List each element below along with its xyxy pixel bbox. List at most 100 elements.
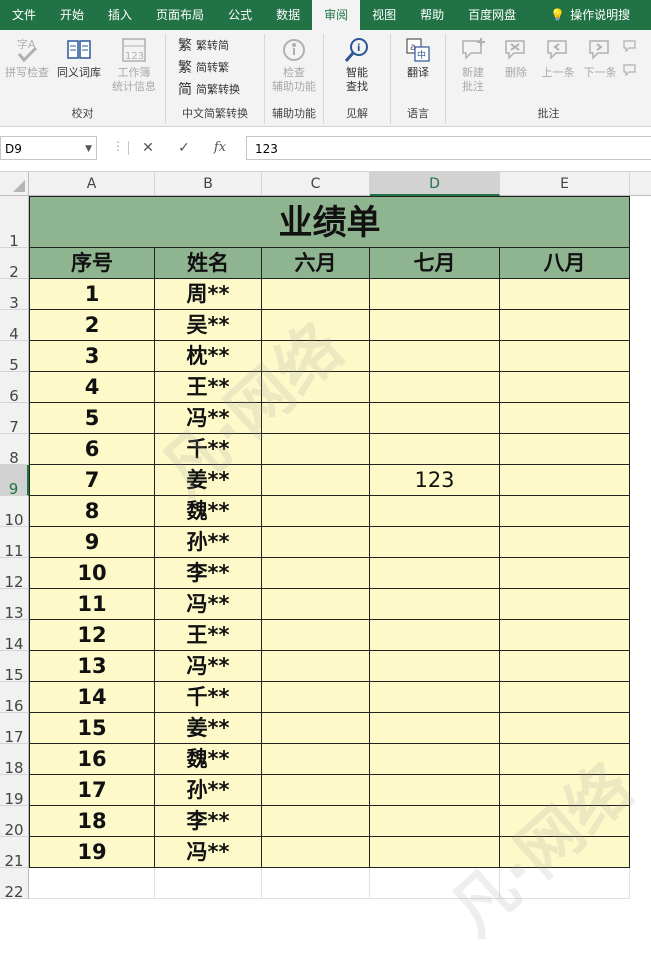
table-cell[interactable]: [500, 651, 630, 682]
new-comment-button[interactable]: 新建 批注: [450, 36, 496, 94]
table-cell[interactable]: 15: [29, 713, 155, 744]
table-cell[interactable]: 4: [29, 372, 155, 403]
table-cell[interactable]: [500, 279, 630, 310]
table-cell[interactable]: 10: [29, 558, 155, 589]
tab-4[interactable]: 公式: [216, 0, 264, 30]
table-cell[interactable]: [500, 775, 630, 806]
cancel-icon[interactable]: ✕: [133, 136, 163, 160]
thesaurus-button[interactable]: 同义词库: [52, 36, 106, 80]
row-header-13[interactable]: 13: [0, 589, 29, 622]
tab-5[interactable]: 数据: [264, 0, 312, 30]
empty-cell[interactable]: [500, 868, 630, 899]
empty-cell[interactable]: [155, 868, 262, 899]
empty-cell[interactable]: [370, 868, 500, 899]
tab-7[interactable]: 视图: [360, 0, 408, 30]
table-cell[interactable]: 11: [29, 589, 155, 620]
table-cell[interactable]: [370, 620, 500, 651]
row-header-3[interactable]: 3: [0, 279, 29, 312]
table-cell[interactable]: 冯**: [155, 589, 262, 620]
table-cell[interactable]: 17: [29, 775, 155, 806]
previous-comment-button[interactable]: 上一条: [536, 36, 580, 80]
table-cell[interactable]: [370, 434, 500, 465]
table-cell[interactable]: [262, 527, 370, 558]
table-cell[interactable]: [500, 806, 630, 837]
table-cell[interactable]: [500, 341, 630, 372]
table-cell[interactable]: [262, 837, 370, 868]
tab-2[interactable]: 插入: [96, 0, 144, 30]
table-cell[interactable]: 魏**: [155, 496, 262, 527]
header-cell[interactable]: 八月: [500, 248, 630, 279]
table-cell[interactable]: 李**: [155, 558, 262, 589]
table-cell[interactable]: [500, 744, 630, 775]
spelling-button[interactable]: 字A 拼写检查: [2, 36, 52, 80]
row-header-11[interactable]: 11: [0, 527, 29, 560]
table-cell[interactable]: 魏**: [155, 744, 262, 775]
table-cell[interactable]: [262, 589, 370, 620]
table-cell[interactable]: 1: [29, 279, 155, 310]
table-cell[interactable]: [262, 558, 370, 589]
header-cell[interactable]: 序号: [29, 248, 155, 279]
table-cell[interactable]: 18: [29, 806, 155, 837]
table-cell[interactable]: [262, 403, 370, 434]
table-cell[interactable]: [262, 651, 370, 682]
name-box[interactable]: D9 ▼: [0, 136, 97, 160]
table-cell[interactable]: 6: [29, 434, 155, 465]
table-cell[interactable]: 19: [29, 837, 155, 868]
header-cell[interactable]: 姓名: [155, 248, 262, 279]
table-cell[interactable]: [370, 341, 500, 372]
insert-function-icon[interactable]: fx: [205, 136, 235, 160]
table-cell[interactable]: [370, 775, 500, 806]
table-cell[interactable]: [370, 527, 500, 558]
table-cell[interactable]: [262, 341, 370, 372]
tab-9[interactable]: 百度网盘: [456, 0, 528, 30]
table-cell[interactable]: [370, 403, 500, 434]
row-header-8[interactable]: 8: [0, 434, 29, 467]
smart-lookup-button[interactable]: i 智能 查找: [330, 36, 384, 94]
table-cell[interactable]: 吴**: [155, 310, 262, 341]
table-cell[interactable]: [262, 465, 370, 496]
table-cell[interactable]: [500, 682, 630, 713]
column-header-c[interactable]: C: [262, 172, 370, 196]
table-cell[interactable]: [370, 558, 500, 589]
table-cell[interactable]: [262, 806, 370, 837]
table-cell[interactable]: [370, 744, 500, 775]
table-cell[interactable]: [370, 837, 500, 868]
row-header-9[interactable]: 9: [0, 465, 29, 498]
empty-cell[interactable]: [29, 868, 155, 899]
table-cell[interactable]: 5: [29, 403, 155, 434]
row-header-14[interactable]: 14: [0, 620, 29, 653]
next-comment-button[interactable]: 下一条: [578, 36, 622, 80]
table-cell[interactable]: 姜**: [155, 465, 262, 496]
table-cell[interactable]: [262, 496, 370, 527]
table-cell[interactable]: [500, 620, 630, 651]
table-cell[interactable]: [262, 279, 370, 310]
table-cell[interactable]: [262, 372, 370, 403]
table-cell[interactable]: [370, 496, 500, 527]
column-header-d[interactable]: D: [370, 172, 500, 196]
table-cell[interactable]: 8: [29, 496, 155, 527]
row-header-20[interactable]: 20: [0, 806, 29, 839]
tab-8[interactable]: 帮助: [408, 0, 456, 30]
table-cell[interactable]: [500, 496, 630, 527]
table-cell[interactable]: [370, 682, 500, 713]
table-cell[interactable]: [370, 310, 500, 341]
table-cell[interactable]: 123: [370, 465, 500, 496]
row-header-18[interactable]: 18: [0, 744, 29, 777]
row-header-2[interactable]: 2: [0, 248, 29, 281]
table-cell[interactable]: 千**: [155, 434, 262, 465]
column-header-b[interactable]: B: [155, 172, 262, 196]
table-cell[interactable]: 王**: [155, 372, 262, 403]
table-cell[interactable]: 3: [29, 341, 155, 372]
check-accessibility-button[interactable]: 检查 辅助功能: [267, 36, 321, 94]
to-traditional-button[interactable]: 繁简转繁: [178, 58, 229, 78]
table-cell[interactable]: 12: [29, 620, 155, 651]
table-cell[interactable]: 王**: [155, 620, 262, 651]
table-cell[interactable]: 冯**: [155, 403, 262, 434]
table-cell[interactable]: 冯**: [155, 651, 262, 682]
table-cell[interactable]: 冯**: [155, 837, 262, 868]
table-cell[interactable]: [500, 837, 630, 868]
show-comment-button[interactable]: [622, 38, 648, 78]
enter-icon[interactable]: ✓: [169, 136, 199, 160]
tab-1[interactable]: 开始: [48, 0, 96, 30]
column-header-a[interactable]: A: [29, 172, 155, 196]
